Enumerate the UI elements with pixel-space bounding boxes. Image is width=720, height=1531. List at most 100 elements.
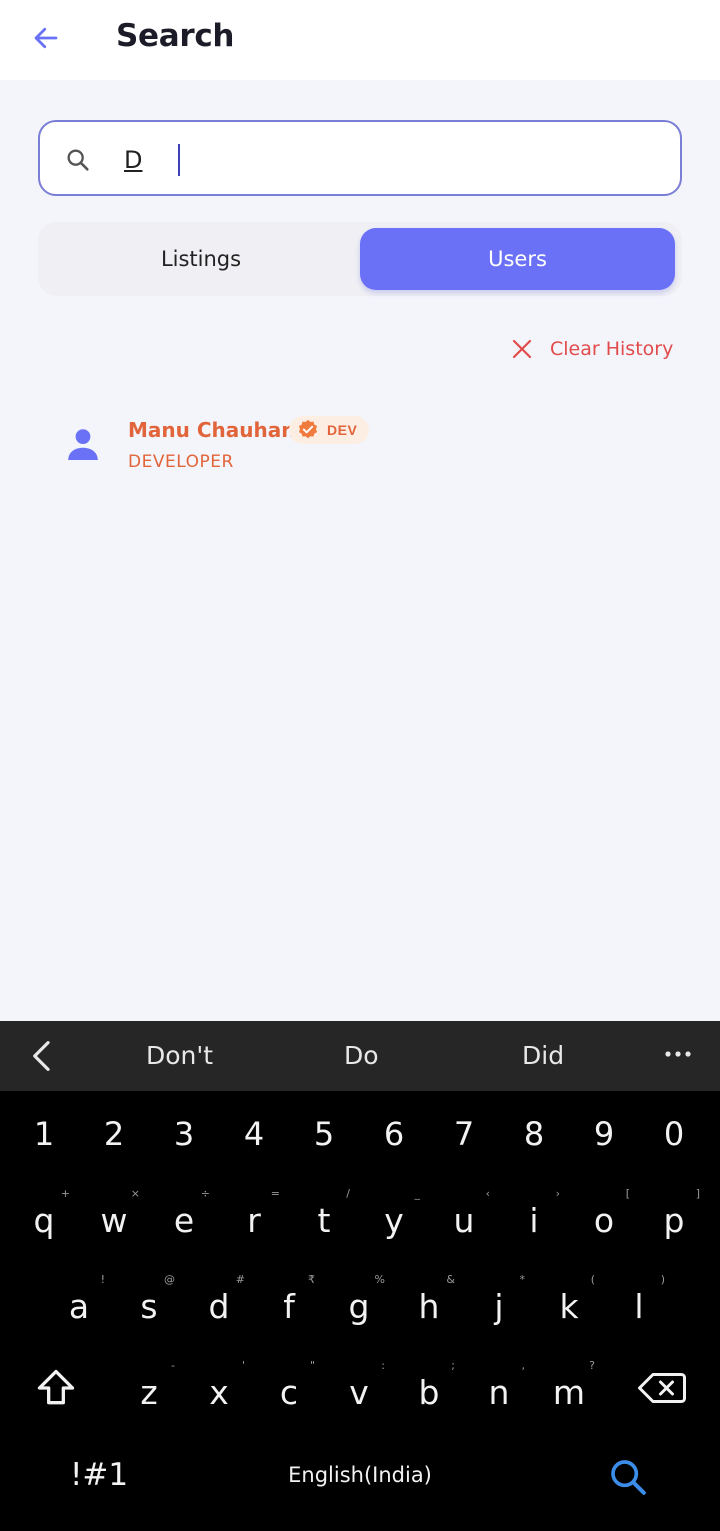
key-i[interactable]: i › [504, 1185, 564, 1255]
key-label: q [33, 1201, 55, 1240]
key-s[interactable]: s @ [119, 1271, 179, 1341]
key-alt-label: ; [451, 1359, 455, 1372]
key-alt-label: : [381, 1359, 385, 1372]
key-e[interactable]: e ÷ [154, 1185, 214, 1255]
key-label: r [247, 1201, 261, 1240]
key-alt-label: ₹ [308, 1273, 315, 1286]
key-alt-label: * [519, 1273, 526, 1286]
key-a[interactable]: a! [49, 1271, 109, 1341]
key-label: o [593, 1201, 615, 1240]
key-alt-label: × [130, 1187, 140, 1200]
key-q[interactable]: q + [14, 1185, 74, 1255]
shift-icon[interactable] [34, 1366, 78, 1410]
clear-history-label: Clear History [550, 338, 674, 360]
search-input-value: D [124, 146, 143, 174]
key-f[interactable]: f ₹ [259, 1271, 319, 1341]
key-alt-label: ] [695, 1187, 700, 1200]
key-alt-label: _ [414, 1187, 421, 1200]
key-d[interactable]: d # [189, 1271, 249, 1341]
tab-users[interactable]: Users [360, 228, 675, 290]
key-3[interactable]: 3 [154, 1101, 214, 1171]
more-options-icon[interactable] [664, 1049, 692, 1059]
tab-listings[interactable]: Listings [42, 228, 360, 290]
key-alt-label: ) [660, 1273, 665, 1286]
person-icon [68, 429, 98, 460]
key-alt-label: " [309, 1359, 315, 1372]
key-c[interactable]: c " [259, 1357, 319, 1427]
key-label: 8 [523, 1115, 545, 1153]
suggestion-item[interactable]: Do [344, 1041, 379, 1070]
key-u[interactable]: u ‹ [434, 1185, 494, 1255]
key-o[interactable]: o[ [574, 1185, 634, 1255]
key-label: 1 [33, 1115, 55, 1153]
key-g[interactable]: g% [329, 1271, 389, 1341]
list-item[interactable]: Manu Chauhan DEV DEVELOPER [60, 408, 660, 488]
key-m[interactable]: m? [539, 1357, 599, 1427]
key-5[interactable]: 5 [294, 1101, 354, 1171]
key-alt-label: ( [590, 1273, 595, 1286]
key-x[interactable]: x ' [189, 1357, 249, 1427]
key-label: g [348, 1287, 370, 1326]
key-r[interactable]: r = [224, 1185, 284, 1255]
key-alt-label: ? [589, 1359, 595, 1372]
key-alt-label: # [235, 1273, 245, 1286]
key-alt-label: ÷ [200, 1187, 210, 1200]
key-label: c [279, 1373, 299, 1412]
key-alt-label: ‹ [485, 1187, 490, 1200]
suggestion-item[interactable]: Don't [146, 1041, 213, 1070]
key-9[interactable]: 9 [574, 1101, 634, 1171]
key-7[interactable]: 7 [434, 1101, 494, 1171]
key-label: w [100, 1201, 128, 1240]
key-alt-label: - [171, 1359, 175, 1372]
key-k[interactable]: k( [539, 1271, 599, 1341]
key-w[interactable]: w × [84, 1185, 144, 1255]
key-alt-label: % [374, 1273, 385, 1286]
key-alt-label: ! [100, 1273, 105, 1286]
key-j[interactable]: j * [469, 1271, 529, 1341]
key-label: f [283, 1287, 295, 1326]
search-input[interactable]: D [38, 120, 682, 196]
key-label: x [209, 1373, 229, 1412]
key-8[interactable]: 8 [504, 1101, 564, 1171]
suggestion-item[interactable]: Did [522, 1041, 564, 1070]
key-z[interactable]: z- [119, 1357, 179, 1427]
suggestion-bar: Don't Do Did [0, 1021, 720, 1091]
back-button[interactable] [28, 20, 64, 56]
key-1[interactable]: 1 [14, 1101, 74, 1171]
key-b[interactable]: b; [399, 1357, 459, 1427]
arrow-left-icon [34, 27, 58, 49]
key-label: u [453, 1201, 475, 1240]
key-label: k [559, 1287, 579, 1326]
chevron-left-icon[interactable] [28, 1039, 56, 1073]
key-label: y [384, 1201, 404, 1240]
key-label: n [488, 1373, 510, 1412]
key-label: z [140, 1373, 158, 1412]
key-alt-label: = [270, 1187, 280, 1200]
key-label: v [349, 1373, 369, 1412]
key-4[interactable]: 4 [224, 1101, 284, 1171]
key-alt-label: & [446, 1273, 455, 1286]
key-y[interactable]: y _ [364, 1185, 424, 1255]
key-t[interactable]: t / [294, 1185, 354, 1255]
key-alt-label: [ [625, 1187, 630, 1200]
key-label: 5 [313, 1115, 335, 1153]
search-type-tabs: Listings Users [38, 222, 682, 296]
key-n[interactable]: n, [469, 1357, 529, 1427]
key-label: j [494, 1287, 504, 1326]
space-key[interactable]: English(India) [230, 1463, 490, 1487]
backspace-icon[interactable] [638, 1371, 686, 1405]
key-label: 2 [103, 1115, 125, 1153]
on-screen-keyboard: Don't Do Did 1 2 3 4 5 6 7 8 9 0 q + w × e ÷ r = t / y _ u ‹ i › o… [0, 1021, 720, 1531]
search-icon[interactable] [608, 1457, 648, 1497]
clear-history-button[interactable]: Clear History [510, 334, 673, 364]
page-title: Search [116, 18, 235, 54]
key-2[interactable]: 2 [84, 1101, 144, 1171]
key-6[interactable]: 6 [364, 1101, 424, 1171]
key-0[interactable]: 0 [644, 1101, 704, 1171]
key-alt-label: + [60, 1187, 70, 1200]
key-p[interactable]: p] [644, 1185, 704, 1255]
key-l[interactable]: l) [609, 1271, 669, 1341]
symbols-key[interactable]: !#1 [70, 1457, 128, 1493]
key-h[interactable]: h & [399, 1271, 459, 1341]
key-v[interactable]: v: [329, 1357, 389, 1427]
